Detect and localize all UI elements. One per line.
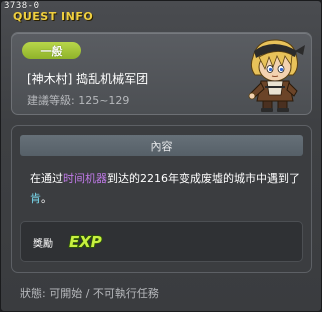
reward-label: 獎勵 bbox=[33, 239, 53, 250]
content-header: 內容 bbox=[20, 135, 303, 156]
quest-content-panel: 內容 在通过时间机器到达的2216年变成废墟的城市中遇到了肯。 獎勵 EXP bbox=[11, 125, 312, 273]
quest-category-badge: 一般 bbox=[22, 42, 81, 59]
desc-text: 。 bbox=[41, 192, 52, 205]
window-title: QUEST INFO bbox=[13, 10, 94, 23]
npc-portrait-icon bbox=[248, 39, 305, 112]
recommended-level: 建議等級: 125~129 bbox=[27, 94, 130, 107]
quest-name: [神木村] 捣乱机械军团 bbox=[27, 72, 149, 86]
desc-text: 在通过 bbox=[30, 172, 63, 185]
quest-summary-card: 一般 [神木村] 捣乱机械军团 建議等級: 125~129 bbox=[11, 32, 312, 115]
quest-description: 在通过时间机器到达的2216年变成废墟的城市中遇到了肯。 bbox=[30, 169, 300, 209]
quest-info-window: 3738-0 QUEST INFO 一般 [神木村] 捣乱机械军团 建議等級: … bbox=[0, 0, 322, 312]
desc-keyword-npc: 肯 bbox=[30, 192, 41, 205]
desc-keyword-time-machine: 时间机器 bbox=[63, 172, 107, 185]
quest-status: 狀態: 可開始 / 不可執行任務 bbox=[20, 287, 159, 300]
desc-text: 到达的2216年变成废墟的城市中遇到了 bbox=[107, 172, 300, 185]
svg-text:EXP: EXP bbox=[69, 233, 102, 251]
exp-icon: EXP bbox=[68, 232, 102, 252]
reward-section: 獎勵 EXP bbox=[20, 221, 303, 262]
